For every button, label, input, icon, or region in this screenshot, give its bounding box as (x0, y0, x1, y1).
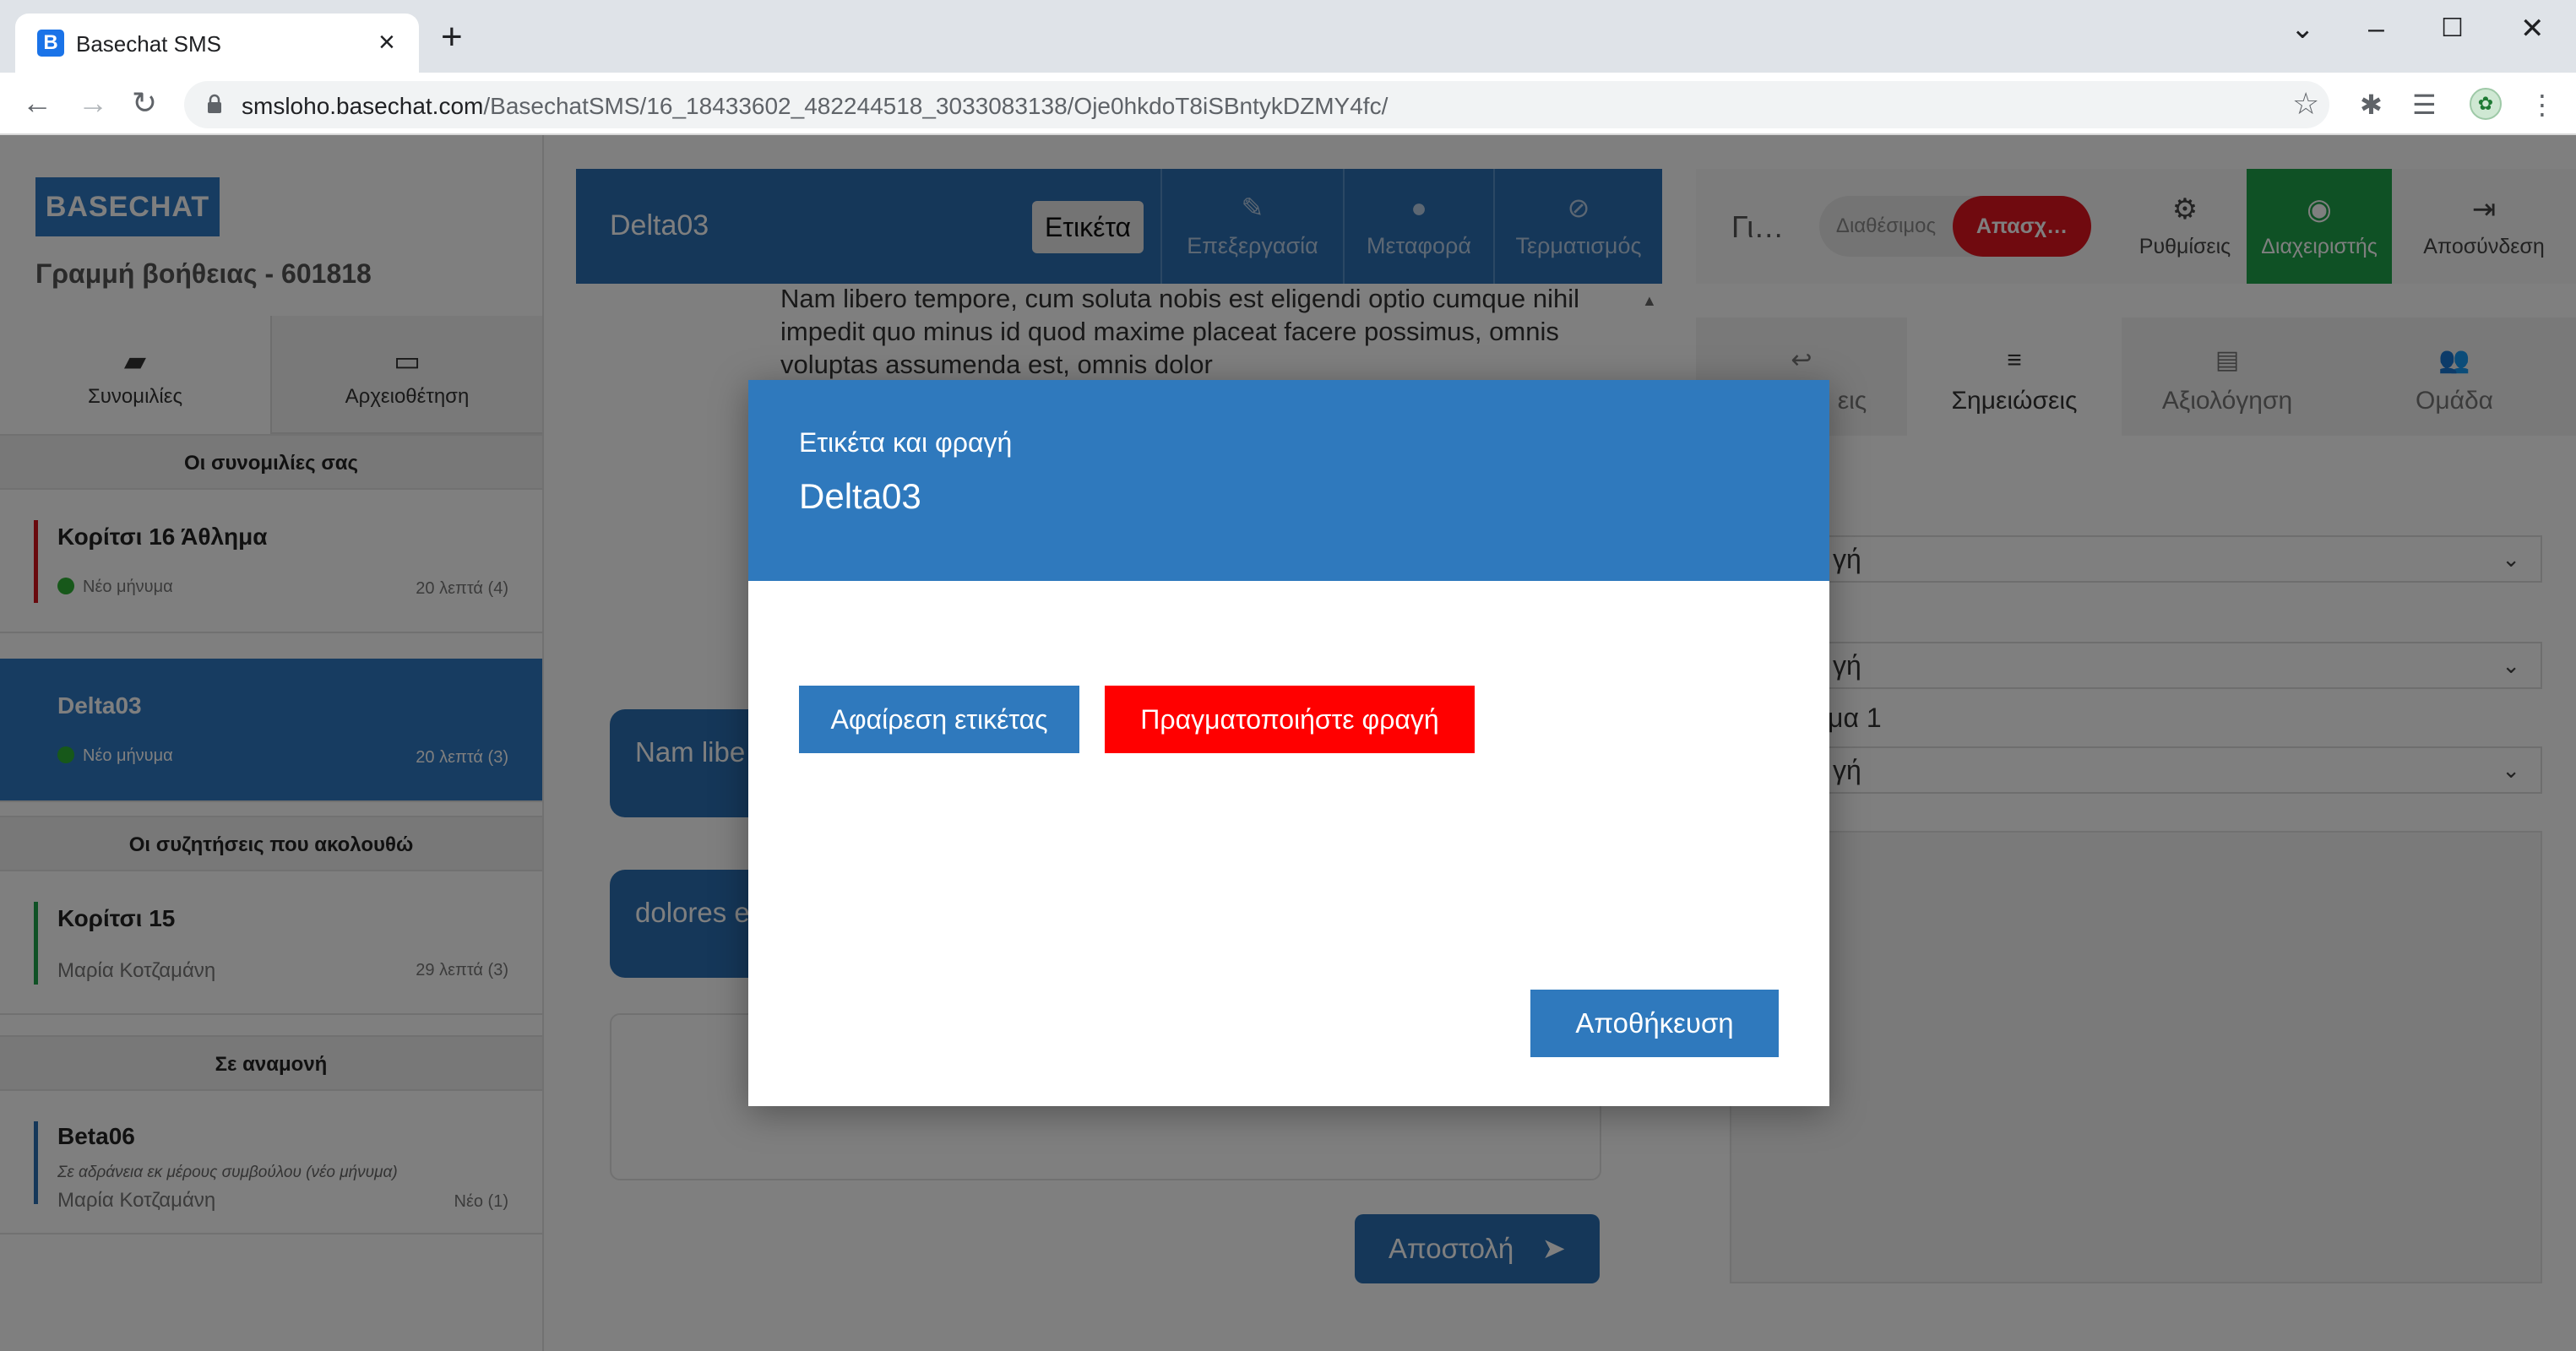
address-bar-row: ← → ↻ smsloho.basechat.com/BasechatSMS/1… (0, 73, 2576, 135)
url-host: smsloho.basechat.com (242, 93, 484, 119)
new-tab-icon[interactable]: + (441, 19, 463, 56)
back-icon[interactable]: ← (22, 84, 52, 122)
browser-menu-icon[interactable]: ⋮ (2529, 90, 2556, 120)
forward-icon[interactable]: → (78, 84, 108, 122)
dialog-header: Ετικέτα και φραγή Delta03 (748, 380, 1829, 581)
lock-button[interactable]: Πραγματοποιήστε φραγή (1105, 686, 1475, 753)
browser-tab[interactable]: B Basechat SMS × (15, 14, 419, 73)
media-list-icon[interactable]: ☰ (2412, 90, 2437, 120)
favicon-icon: B (37, 30, 64, 57)
url-input[interactable]: smsloho.basechat.com/BasechatSMS/16_1843… (184, 81, 2329, 128)
browser-tab-strip: B Basechat SMS × + ⌄ – ☐ ✕ (0, 0, 2576, 73)
maximize-icon[interactable]: ☐ (2441, 12, 2464, 46)
bookmark-star-icon[interactable]: ☆ (2292, 86, 2319, 122)
url-path: /BasechatSMS/16_18433602_482244518_30330… (483, 93, 1389, 119)
tab-search-icon[interactable]: ⌄ (2291, 12, 2315, 46)
lock-icon (208, 94, 221, 113)
save-button[interactable]: Αποθήκευση (1530, 990, 1779, 1057)
remove-label-button[interactable]: Αφαίρεση ετικέτας (799, 686, 1079, 753)
dialog-subtitle: Ετικέτα και φραγή (799, 427, 1013, 458)
label-lock-dialog: Ετικέτα και φραγή Delta03 Αφαίρεση ετικέ… (748, 380, 1829, 1106)
tab-title: Basechat SMS (76, 31, 221, 57)
profile-avatar[interactable]: ✿ (2470, 88, 2502, 120)
dialog-title: Delta03 (799, 476, 921, 516)
extensions-icon[interactable]: ✱ (2360, 90, 2383, 120)
close-tab-icon[interactable]: × (378, 27, 395, 57)
minimize-icon[interactable]: – (2368, 12, 2384, 46)
window-close-icon[interactable]: ✕ (2520, 12, 2545, 46)
reload-icon[interactable]: ↻ (132, 84, 157, 122)
